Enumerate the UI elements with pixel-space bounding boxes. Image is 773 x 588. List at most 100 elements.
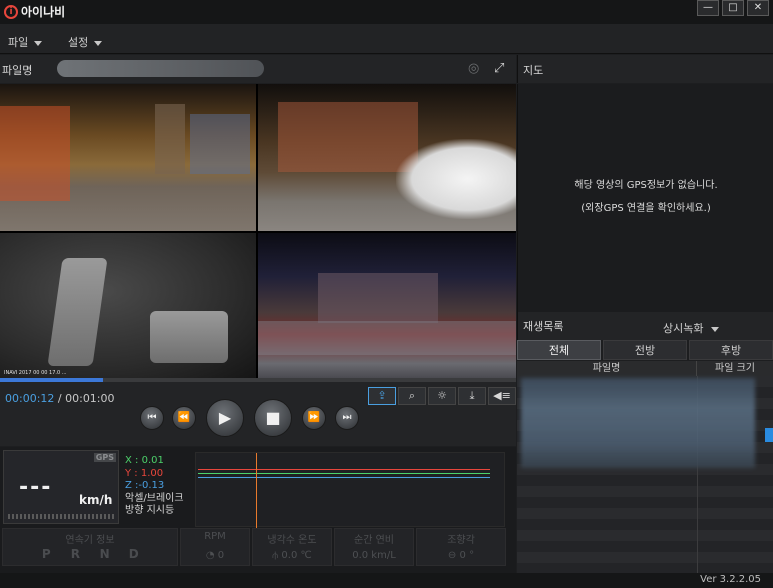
vehicle-info-panel: GPS --- km/h X : 0.01 Y : 1.00 Z :-0.13 … xyxy=(0,447,516,573)
blurred-file-rows xyxy=(521,378,755,468)
steering-unit: ° xyxy=(469,550,475,561)
playback-controls: 00:00:12 / 00:01:00 ⇪ ⌕ ☼ ⤓ ◀≡ ⏮ ⏪ ▶ ■ ⏩… xyxy=(0,382,516,446)
gear-indicator: P R N D xyxy=(3,547,177,561)
playlist-tabs: 전체 전방 후방 xyxy=(517,340,773,360)
recording-mode-value: 상시녹화 xyxy=(663,322,704,335)
search-icon[interactable]: ⌕ xyxy=(398,387,426,405)
logo-icon: i xyxy=(4,4,18,19)
coolant-number: 0.0 xyxy=(281,550,298,561)
file-name-label: 파일명 xyxy=(2,64,33,77)
recording-mode-select[interactable]: 상시녹화 xyxy=(663,320,720,336)
map-view[interactable]: 해당 영상의 GPS정보가 없습니다. (외장GPS 연결을 확인하세요.) xyxy=(517,84,773,312)
playlist-list[interactable] xyxy=(517,376,773,573)
pedal-camera-view: INAVI 2017 00 00 17.0 ... xyxy=(0,233,256,378)
front-camera-view xyxy=(0,84,256,231)
steering-number: 0 xyxy=(459,550,466,561)
scrollbar-thumb[interactable] xyxy=(765,428,773,442)
close-button[interactable]: ✕ xyxy=(747,0,769,16)
file-name-bar: 파일명 ◎ ⤢ xyxy=(0,55,516,83)
fuel-number: 0.0 xyxy=(352,550,369,561)
car-shape xyxy=(396,139,516,219)
side-camera-view xyxy=(258,84,516,231)
app-name: 아이나비 xyxy=(21,5,66,19)
current-time: 00:00:12 xyxy=(5,392,55,405)
download-icon[interactable]: ⤓ xyxy=(458,387,486,405)
tab-all[interactable]: 전체 xyxy=(517,340,601,360)
rpm-cell: RPM ◔ 0 xyxy=(180,528,250,566)
column-file-name[interactable]: 파일명 xyxy=(517,361,697,376)
status-bar: Ver 3.2.2.05 xyxy=(0,573,773,588)
vehicle-info-cell: 연속기 정보 P R N D xyxy=(2,528,178,566)
steering-label: 조향각 xyxy=(447,535,475,546)
playlist-header: 재생목록 상시녹화 xyxy=(517,312,773,340)
gear-r: R xyxy=(70,547,81,561)
menu-settings-label: 설정 xyxy=(68,36,89,49)
map-title: 지도 xyxy=(523,64,544,77)
fullscreen-icon[interactable]: ⤢ xyxy=(494,61,504,76)
tool-buttons: ⇪ ⌕ ☼ ⤓ ◀≡ xyxy=(368,387,516,405)
menu-file-label: 파일 xyxy=(8,36,29,49)
coolant-value: ⫛ 0.0 ℃ xyxy=(253,550,331,561)
gear-n: N xyxy=(99,547,110,561)
chevron-down-icon xyxy=(34,40,43,46)
gsensor-z: Z :-0.13 xyxy=(125,480,165,491)
gsensor-readout: X : 0.01 Y : 1.00 Z :-0.13 악셀/브레이크 방향 지시… xyxy=(125,455,184,518)
fast-forward-button[interactable]: ⏩ xyxy=(302,406,326,430)
menu-file[interactable]: 파일 xyxy=(8,34,43,50)
speed-display: GPS --- km/h xyxy=(3,450,119,524)
chevron-down-icon xyxy=(711,326,720,332)
sofa-shape xyxy=(258,321,516,355)
speed-value: --- xyxy=(19,475,53,500)
coolant-unit: ℃ xyxy=(300,550,312,561)
coolant-label: 냉각수 온도 xyxy=(267,535,317,546)
graph-line-x xyxy=(198,473,490,474)
rewind-button[interactable]: ⏪ xyxy=(172,406,196,430)
gear-d: D xyxy=(128,547,139,561)
coolant-cell: 냉각수 온도 ⫛ 0.0 ℃ xyxy=(252,528,332,566)
title-bar: i 아이나비 — □ ✕ xyxy=(0,0,773,24)
share-icon[interactable]: ⇪ xyxy=(368,387,396,405)
brightness-icon[interactable]: ☼ xyxy=(428,387,456,405)
speed-unit: km/h xyxy=(79,493,113,507)
next-file-button[interactable]: ⏭ xyxy=(335,406,359,430)
obd-panel: 연속기 정보 P R N D RPM ◔ 0 냉각수 온도 ⫛ 0.0 ℃ 순간… xyxy=(2,528,506,566)
play-button[interactable]: ▶ xyxy=(206,399,244,437)
app-logo: i 아이나비 xyxy=(4,3,65,20)
maximize-button[interactable]: □ xyxy=(722,0,744,16)
camera-icon[interactable]: ◎ xyxy=(468,61,479,76)
steering-cell: 조향각 ⊖ 0 ° xyxy=(416,528,506,566)
accel-brake-label: 악셀/브레이크 xyxy=(125,492,184,504)
fuel-cell: 순간 연비 0.0 km/L xyxy=(334,528,414,566)
previous-file-button[interactable]: ⏮ xyxy=(140,406,164,430)
fuel-label: 순간 연비 xyxy=(354,535,394,546)
turn-signal-label: 방향 지시등 xyxy=(125,505,175,516)
window-controls: — □ ✕ xyxy=(697,0,769,16)
fuel-value: 0.0 km/L xyxy=(335,550,413,561)
map-header: 지도 xyxy=(517,55,773,83)
menu-settings[interactable]: 설정 xyxy=(68,34,103,50)
gsensor-y: Y : 1.00 xyxy=(125,467,164,479)
stop-button[interactable]: ■ xyxy=(254,399,292,437)
thermometer-icon: ⫛ xyxy=(272,550,279,561)
gps-tag: GPS xyxy=(93,453,116,462)
gsensor-graph[interactable] xyxy=(195,452,505,528)
graph-cursor[interactable] xyxy=(256,453,257,528)
tab-front[interactable]: 전방 xyxy=(603,340,687,360)
graph-line-y xyxy=(198,469,490,470)
file-name-field xyxy=(57,60,264,77)
tab-rear[interactable]: 후방 xyxy=(689,340,773,360)
version-label: Ver 3.2.2.05 xyxy=(700,574,761,585)
rpm-label: RPM xyxy=(204,531,226,542)
minimize-button[interactable]: — xyxy=(697,0,719,16)
gsensor-x: X : 0.01 xyxy=(125,455,164,466)
menu-bar: 파일 설정 xyxy=(0,24,773,54)
fuel-unit: km/L xyxy=(371,550,396,561)
rpm-number: 0 xyxy=(217,550,225,561)
volume-icon[interactable]: ◀≡ xyxy=(488,387,516,405)
steering-value: ⊖ 0 ° xyxy=(417,550,505,561)
column-file-size[interactable]: 파일 크기 xyxy=(697,361,773,376)
camera-overlay-text: INAVI 2017 00 00 17.0 ... xyxy=(4,370,67,376)
graph-line-z xyxy=(198,477,490,478)
speed-gauge xyxy=(8,514,116,519)
video-viewer[interactable]: INAVI 2017 00 00 17.0 ... xyxy=(0,84,516,378)
